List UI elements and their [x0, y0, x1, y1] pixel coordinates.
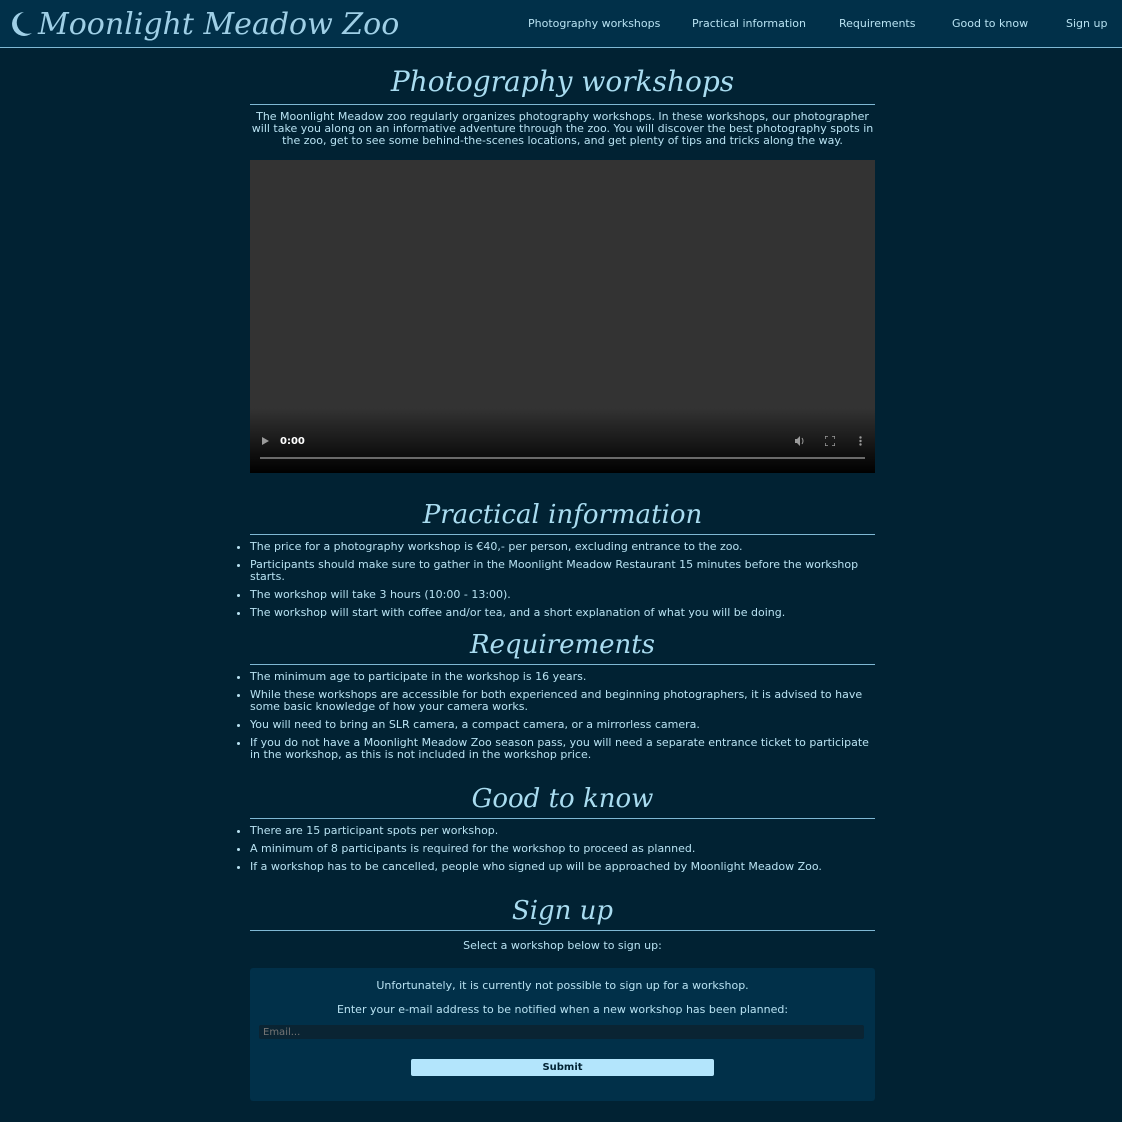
nav-practical-information[interactable]: Practical information	[692, 17, 806, 30]
practical-information-list: The price for a photography workshop is …	[237, 541, 875, 619]
list-item: While these workshops are accessible for…	[237, 689, 875, 713]
list-item: You will need to bring an SLR camera, a …	[237, 719, 875, 731]
video-player[interactable]: 0:00	[250, 160, 875, 473]
list-item: The price for a photography workshop is …	[237, 541, 875, 553]
list-item: If a workshop has to be cancelled, peopl…	[237, 861, 875, 873]
fullscreen-icon[interactable]	[824, 435, 836, 449]
logo[interactable]: Moonlight Meadow Zoo	[8, 4, 399, 44]
play-icon[interactable]	[261, 436, 270, 449]
good-to-know-heading: Good to know	[250, 781, 875, 819]
nav-sign-up[interactable]: Sign up	[1066, 17, 1107, 30]
good-to-know-section: Good to know There are 15 participant sp…	[237, 781, 875, 873]
video-time: 0:00	[280, 436, 305, 447]
sign-up-prompt: Select a workshop below to sign up:	[463, 939, 662, 952]
list-item: Participants should make sure to gather …	[237, 559, 875, 583]
main-content: Photography workshops The Moonlight Mead…	[237, 60, 875, 1101]
practical-information-section: Practical information The price for a ph…	[237, 497, 875, 619]
requirements-list: The minimum age to participate in the wo…	[237, 671, 875, 761]
list-item: There are 15 participant spots per works…	[237, 825, 875, 837]
requirements-section: Requirements The minimum age to particip…	[237, 627, 875, 761]
notify-text: Enter your e-mail address to be notified…	[336, 1003, 789, 1016]
sign-up-heading: Sign up	[250, 893, 875, 931]
submit-button[interactable]: Submit	[411, 1059, 714, 1076]
site-header: Moonlight Meadow Zoo Photography worksho…	[0, 0, 1122, 48]
video-controls-bar	[250, 408, 875, 473]
practical-information-heading: Practical information	[250, 497, 875, 535]
brand-name: Moonlight Meadow Zoo	[38, 6, 400, 42]
good-to-know-list: There are 15 participant spots per works…	[237, 825, 875, 873]
video-progress-track[interactable]	[260, 457, 865, 459]
photography-workshops-heading: Photography workshops	[250, 60, 875, 105]
sign-up-unavailable-text: Unfortunately, it is currently not possi…	[376, 979, 749, 992]
nav-requirements[interactable]: Requirements	[839, 17, 915, 30]
crescent-moon-icon	[8, 9, 34, 39]
nav-good-to-know[interactable]: Good to know	[952, 17, 1028, 30]
list-item: The workshop will start with coffee and/…	[237, 607, 875, 619]
list-item: The minimum age to participate in the wo…	[237, 671, 875, 683]
requirements-heading: Requirements	[250, 627, 875, 665]
sign-up-section: Sign up Select a workshop below to sign …	[250, 893, 875, 952]
more-vertical-icon[interactable]	[859, 436, 862, 449]
sign-up-form: Unfortunately, it is currently not possi…	[250, 968, 875, 1101]
list-item: If you do not have a Moonlight Meadow Zo…	[237, 737, 875, 761]
list-item: The workshop will take 3 hours (10:00 - …	[237, 589, 875, 601]
volume-icon[interactable]	[794, 436, 805, 449]
list-item: A minimum of 8 participants is required …	[237, 843, 875, 855]
email-input[interactable]	[259, 1025, 864, 1039]
nav-photography-workshops[interactable]: Photography workshops	[528, 17, 660, 30]
intro-text: The Moonlight Meadow zoo regularly organ…	[251, 110, 874, 147]
